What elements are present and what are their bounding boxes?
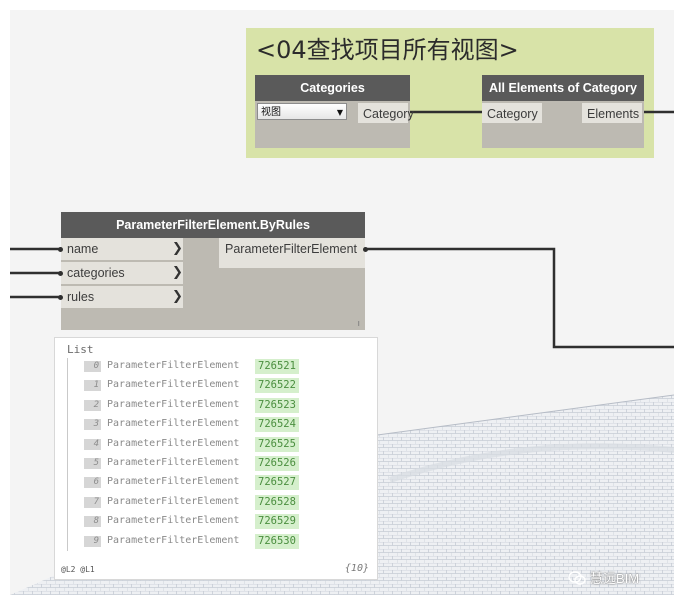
dropdown-value: 视图 — [261, 107, 281, 118]
input-port-label: rules — [67, 290, 95, 304]
list-item-type: ParameterFilterElement — [107, 457, 240, 468]
all-elements-node-title: All Elements of Category — [482, 75, 644, 101]
list-item-index: 5 — [84, 458, 101, 469]
input-port-label: categories — [67, 266, 125, 280]
list-item-type: ParameterFilterElement — [107, 438, 240, 449]
category-dropdown[interactable]: 视图 ▼ — [257, 103, 347, 120]
list-item-value: 726522 — [255, 378, 299, 393]
list-item-index: 8 — [84, 516, 101, 527]
chevron-right-icon: ❯ — [172, 240, 183, 255]
list-item-type: ParameterFilterElement — [107, 476, 240, 487]
input-port-label: name — [67, 242, 99, 256]
list-item-index: 2 — [84, 400, 101, 411]
list-item-index: 3 — [84, 419, 101, 430]
categories-node[interactable]: Categories 视图 ▼ Category — [255, 75, 414, 148]
caret-down-icon: ▼ — [336, 108, 343, 117]
output-port-label: Category — [363, 107, 414, 121]
list-item-value: 726523 — [255, 398, 299, 413]
list-levels-label: @L2 @L1 — [61, 565, 95, 574]
input-port-dot — [58, 271, 63, 276]
list-item-type: ParameterFilterElement — [107, 360, 240, 371]
watermark: 慧远BIM — [568, 568, 639, 587]
list-item-index: 6 — [84, 477, 101, 488]
wire-filter-out — [367, 247, 674, 349]
input-port-dot — [58, 247, 63, 252]
resize-handle-icon[interactable]: ı — [357, 318, 360, 328]
chevron-right-icon: ❯ — [172, 264, 183, 279]
dynamo-canvas[interactable]: <04查找项目所有视图> Categories 视图 ▼ Category Al… — [10, 10, 674, 595]
list-item-index: 7 — [84, 497, 101, 508]
wechat-icon — [568, 571, 586, 585]
output-port-label: Elements — [587, 107, 640, 121]
list-item-index: 1 — [84, 380, 101, 391]
categories-node-title: Categories — [255, 75, 410, 101]
list-item-type: ParameterFilterElement — [107, 418, 240, 429]
list-title: List — [67, 343, 94, 356]
list-preview-panel[interactable]: List 0 ParameterFilterElement 726521 1 P… — [54, 337, 378, 580]
all-elements-of-category-node[interactable]: All Elements of Category Category Elemen… — [482, 75, 644, 148]
list-item-value: 726530 — [255, 534, 299, 549]
list-item-type: ParameterFilterElement — [107, 535, 240, 546]
list-item-value: 726527 — [255, 475, 299, 490]
watermark-text: 慧远BIM — [590, 571, 640, 586]
input-port-label: Category — [487, 107, 538, 121]
list-item-value: 726526 — [255, 456, 299, 471]
list-item-index: 9 — [84, 536, 101, 547]
list-item-type: ParameterFilterElement — [107, 515, 240, 526]
list-item-type: ParameterFilterElement — [107, 496, 240, 507]
list-item-value: 726528 — [255, 495, 299, 510]
list-count: {10} — [344, 563, 369, 574]
output-port-label: ParameterFilterElement — [225, 242, 357, 256]
list-item-type: ParameterFilterElement — [107, 399, 240, 410]
input-port-dot — [58, 295, 63, 300]
parameter-filter-element-byrules-node[interactable]: ParameterFilterElement.ByRules name ❯ ca… — [58, 212, 368, 330]
list-item-index: 0 — [84, 361, 101, 372]
chevron-right-icon: ❯ — [172, 288, 183, 303]
list-item-value: 726524 — [255, 417, 299, 432]
list-item-value: 726521 — [255, 359, 299, 374]
output-port-dot — [363, 247, 368, 252]
byrules-node-title: ParameterFilterElement.ByRules — [61, 212, 365, 238]
list-tree-rail — [67, 358, 68, 551]
list-item-index: 4 — [84, 439, 101, 450]
list-item-type: ParameterFilterElement — [107, 379, 240, 390]
list-item-value: 726525 — [255, 437, 299, 452]
list-item-value: 726529 — [255, 514, 299, 529]
